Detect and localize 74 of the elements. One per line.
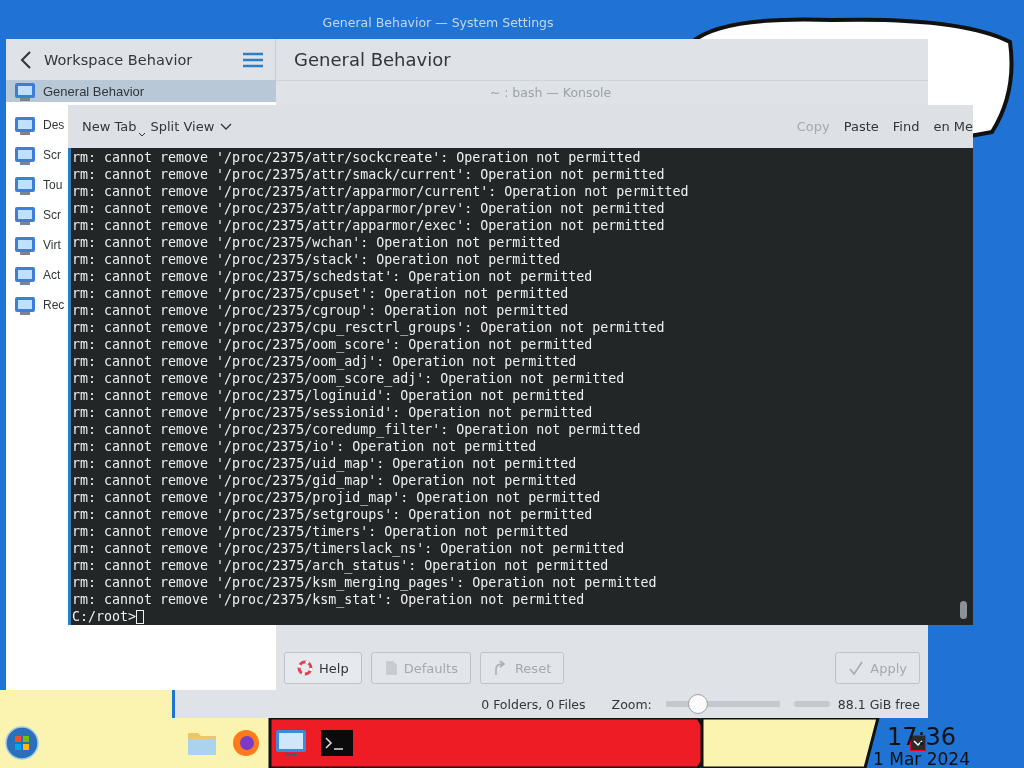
terminal-line: rm: cannot remove '/proc/2375/attr/apparmor/exec': Operation not permitted xyxy=(72,217,666,234)
disk-usage-bar xyxy=(793,701,830,707)
settings-module-icon xyxy=(14,114,36,136)
page-title: General Behavior xyxy=(294,49,451,70)
toolbar-button[interactable]: Find xyxy=(886,115,926,138)
text-cursor xyxy=(136,609,145,624)
terminal-line: rm: cannot remove '/proc/2375/ksm_merging_pages': Operation not permitted xyxy=(72,574,658,591)
terminal-line: rm: cannot remove '/proc/2375/uid_map': Operation not permitted xyxy=(72,455,578,472)
terminal-line: rm: cannot remove '/proc/2375/oom_adj': Operation not permitted xyxy=(72,353,578,370)
terminal-line: rm: cannot remove '/proc/2375/setgroups': Operation not permitted xyxy=(72,506,594,523)
sidebar-heading: Workspace Behavior xyxy=(44,51,194,68)
free-space: 88.1 GiB free xyxy=(837,696,920,712)
terminal-line: rm: cannot remove '/proc/2375/cgroup': Operation not permitted xyxy=(72,302,570,319)
terminal-line: rm: cannot remove '/proc/2375/schedstat': Operation not permitted xyxy=(72,268,594,285)
start-orb-icon[interactable] xyxy=(5,726,39,760)
terminal-line: rm: cannot remove '/proc/2375/attr/smack/current': Operation not permitted xyxy=(72,166,666,183)
terminal-line: rm: cannot remove '/proc/2375/cpuset': Operation not permitted xyxy=(72,285,570,302)
menu-icon[interactable] xyxy=(243,51,263,68)
terminal-line: rm: cannot remove '/proc/2375/timers': Operation not permitted xyxy=(72,523,570,540)
terminal-icon[interactable] xyxy=(321,730,353,756)
shell-prompt: C:/root> xyxy=(72,608,137,625)
toolbar-button[interactable]: New Tab xyxy=(76,115,143,138)
terminal-line: rm: cannot remove '/proc/2375/coredump_filter': Operation not permitted xyxy=(72,421,642,438)
terminal-line: rm: cannot remove '/proc/2375/io': Operation not permitted xyxy=(72,438,538,455)
window-title: General Behavior — System Settings xyxy=(321,15,555,30)
sidebar-item[interactable]: Scr xyxy=(6,200,61,230)
zoom-label: Zoom: xyxy=(611,696,652,712)
terminal-line: rm: cannot remove '/proc/2375/timerslack_ns': Operation not permitted xyxy=(72,540,626,557)
back-icon[interactable] xyxy=(20,50,32,69)
terminal-line: rm: cannot remove '/proc/2375/cpu_resctrl_groups': Operation not permitted xyxy=(72,319,666,336)
sidebar-item[interactable]: Rec xyxy=(6,290,65,320)
document-icon xyxy=(383,660,398,676)
terminal-line: rm: cannot remove '/proc/2375/sessionid': Operation not permitted xyxy=(72,404,594,421)
clock-date[interactable]: 1 Mar 2024 xyxy=(873,750,970,768)
terminal-line: rm: cannot remove '/proc/2375/oom_score': Operation not permitted xyxy=(72,336,594,353)
terminal-line: rm: cannot remove '/proc/2375/loginuid': Operation not permitted xyxy=(72,387,586,404)
slider-handle[interactable] xyxy=(687,694,708,714)
toolbar-button[interactable]: Paste xyxy=(837,115,885,138)
terminal-line: rm: cannot remove '/proc/2375/attr/apparmor/prev': Operation not permitted xyxy=(72,200,666,217)
sidebar-item[interactable]: Tou xyxy=(6,170,63,200)
sidebar-item[interactable]: Scr xyxy=(6,140,61,170)
chevron-down-icon xyxy=(220,122,233,131)
settings-module-icon xyxy=(14,144,36,166)
sidebar-item[interactable]: General Behavior xyxy=(6,80,276,102)
system-settings-icon[interactable] xyxy=(275,728,307,758)
settings-module-icon xyxy=(14,204,36,226)
sidebar-item[interactable]: Act xyxy=(6,260,61,290)
terminal-line: rm: cannot remove '/proc/2375/wchan': Operation not permitted xyxy=(72,234,562,251)
terminal-line: rm: cannot remove '/proc/2375/attr/sockcreate': Operation not permitted xyxy=(72,149,642,166)
terminal-line: rm: cannot remove '/proc/2375/attr/apparmor/current': Operation not permitted xyxy=(72,183,690,200)
folder-count: 0 Folders, 0 Files xyxy=(481,696,586,712)
terminal-line: rm: cannot remove '/proc/2375/stack': Operation not permitted xyxy=(72,251,562,268)
help-button[interactable]: Help xyxy=(284,652,362,684)
settings-module-icon xyxy=(14,174,36,196)
sidebar-item[interactable]: Des xyxy=(6,110,65,140)
terminal-line: rm: cannot remove '/proc/2375/ksm_stat': Operation not permitted xyxy=(72,591,586,608)
sidebar-item[interactable]: Virt xyxy=(6,230,61,260)
caret-icon xyxy=(138,133,145,137)
settings-module-icon xyxy=(14,294,36,316)
terminal-line: rm: cannot remove '/proc/2375/gid_map': Operation not permitted xyxy=(72,472,578,489)
toolbar-button[interactable]: en Me xyxy=(927,115,973,138)
terminal-title: ~ : bash — Konsole xyxy=(489,85,612,100)
settings-module-icon xyxy=(14,234,36,256)
scrollbar-thumb[interactable] xyxy=(960,601,967,619)
lifebuoy-icon xyxy=(297,660,313,676)
browser-icon[interactable] xyxy=(231,728,261,758)
toolbar-button[interactable]: Split View xyxy=(144,115,239,138)
terminal-line: rm: cannot remove '/proc/2375/oom_score_adj': Operation not permitted xyxy=(72,370,626,387)
terminal-line: rm: cannot remove '/proc/2375/projid_map': Operation not permitted xyxy=(72,489,602,506)
terminal-line: rm: cannot remove '/proc/2375/arch_status': Operation not permitted xyxy=(72,557,610,574)
settings-module-icon xyxy=(14,264,36,286)
clock-time[interactable]: 17:36 xyxy=(886,724,957,750)
checkmark-icon xyxy=(848,660,865,676)
settings-module-icon xyxy=(14,80,36,102)
